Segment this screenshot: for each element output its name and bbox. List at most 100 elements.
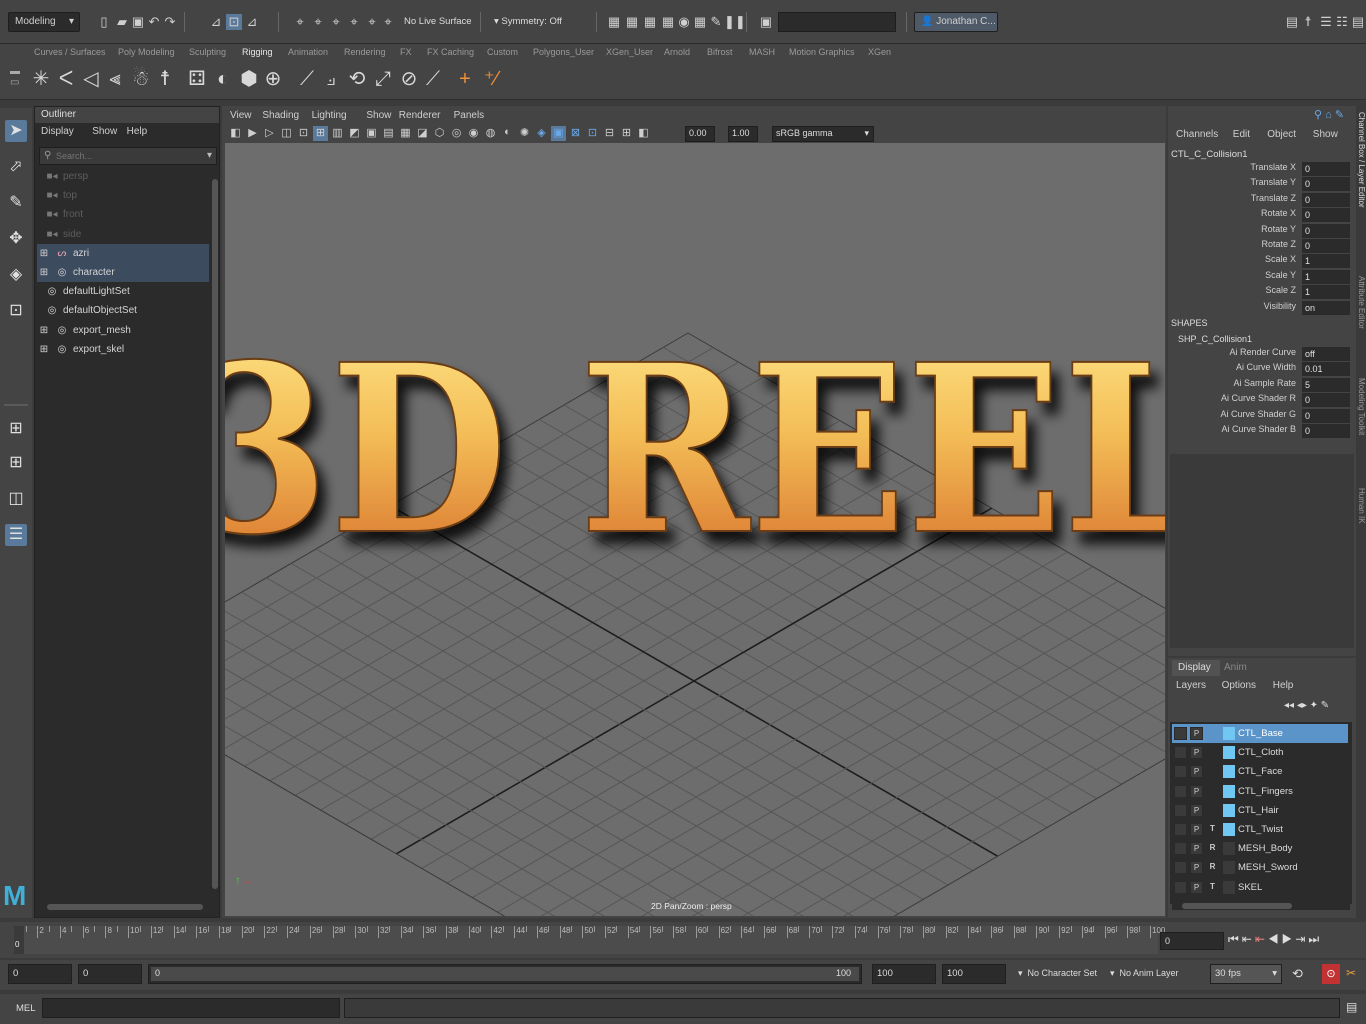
menu-item[interactable]: Channels: [1176, 129, 1218, 140]
menu-item[interactable]: View: [230, 110, 252, 121]
user-dropdown[interactable]: 👤 Jonathan C...: [914, 12, 998, 32]
ipr-render-icon[interactable]: ▦: [642, 14, 658, 30]
channel-value[interactable]: off: [1302, 347, 1350, 361]
channel-value[interactable]: 1: [1302, 285, 1350, 300]
playback-toggle[interactable]: P: [1190, 765, 1203, 779]
channel-value[interactable]: 1: [1302, 269, 1350, 284]
visibility-toggle[interactable]: [1174, 842, 1187, 856]
snap-view-icon[interactable]: ⌖: [346, 14, 362, 30]
channel-value[interactable]: 0: [1302, 408, 1350, 423]
menu-item[interactable]: Object: [1267, 129, 1296, 140]
modeling-toolkit-icon[interactable]: ▤: [1284, 14, 1300, 30]
arnold-render-icon[interactable]: ✎: [708, 14, 724, 30]
playback-controls[interactable]: ⏮⇤⇤◀▶⇥⏭: [1228, 932, 1322, 947]
layer-hscrollbar[interactable]: [1172, 902, 1350, 910]
default-material-icon[interactable]: ◍: [483, 126, 498, 141]
layer-row[interactable]: P CTL_Face: [1172, 762, 1348, 781]
tab-anim[interactable]: Anim: [1224, 660, 1247, 676]
visibility-toggle[interactable]: [1174, 727, 1187, 740]
textured-icon[interactable]: ◐: [500, 126, 515, 141]
channel-value[interactable]: 5: [1302, 377, 1350, 392]
outliner-layout-icon[interactable]: ☰: [5, 524, 27, 546]
gate-mask-icon[interactable]: ▤: [381, 126, 396, 141]
new-scene-icon[interactable]: ▯: [96, 14, 112, 30]
script-language-label[interactable]: MEL: [16, 1003, 36, 1014]
channel-value[interactable]: 0.01: [1302, 362, 1350, 377]
shelf-tab[interactable]: Poly Modeling: [118, 44, 175, 60]
range-slider-handle[interactable]: 0 100: [151, 967, 859, 981]
start-field[interactable]: 0: [8, 964, 72, 984]
visibility-toggle[interactable]: [1174, 784, 1187, 798]
anim-layer-dropdown[interactable]: ▾ No Anim Layer: [1110, 968, 1179, 979]
channel-row[interactable]: Translate X 0: [1168, 162, 1356, 177]
side-tab[interactable]: Human IK: [1357, 488, 1366, 524]
cluster-icon[interactable]: ⁺⁄: [480, 64, 502, 94]
rotate-tool-icon[interactable]: ◈: [5, 264, 27, 286]
3d-viewport[interactable]: 3D REEL ↑→ 2D Pan/Zoom : persp: [225, 143, 1165, 916]
channel-value[interactable]: 0: [1302, 208, 1350, 223]
symmetry-dropdown[interactable]: ▾ Symmetry: Off: [494, 16, 562, 27]
move-tool-icon[interactable]: ✥: [5, 228, 27, 250]
channel-row[interactable]: Ai Curve Width 0.01: [1168, 362, 1356, 377]
outliner-item[interactable]: ◎ defaultObjectSet: [45, 301, 209, 320]
fps-dropdown[interactable]: 30 fps ▾: [1210, 964, 1282, 984]
quick-rig-icon[interactable]: ☨: [154, 64, 176, 94]
safe-title-icon[interactable]: ⬡: [432, 126, 447, 141]
input-line-icon[interactable]: ▣: [758, 14, 774, 30]
shelf-tab[interactable]: Polygons_User: [533, 44, 594, 60]
current-frame-marker[interactable]: 0: [14, 926, 24, 954]
single-view-icon[interactable]: ⊞: [5, 418, 27, 440]
layer-row[interactable]: P T CTL_Twist: [1172, 820, 1348, 839]
pause-icon[interactable]: ❚❚: [724, 14, 746, 30]
channel-value[interactable]: 0: [1302, 424, 1350, 438]
smooth-bind-icon[interactable]: ⊕: [262, 64, 284, 94]
shelf-tab[interactable]: FX: [400, 44, 412, 60]
layer-row[interactable]: P CTL_Base: [1172, 724, 1348, 743]
range-slider[interactable]: 0 100: [148, 964, 862, 984]
playback-toggle[interactable]: P: [1190, 803, 1203, 817]
film-gate-icon[interactable]: ◩: [347, 126, 362, 141]
layer-color-swatch[interactable]: [1223, 842, 1235, 856]
snap-vertex-icon[interactable]: ⌖: [380, 14, 396, 30]
layer-row[interactable]: P CTL_Cloth: [1172, 743, 1348, 762]
channel-row[interactable]: Ai Curve Shader B 0: [1168, 424, 1356, 439]
layer-color-swatch[interactable]: [1223, 746, 1235, 760]
bind-skin-icon[interactable]: ⚃: [186, 64, 208, 94]
script-editor-icon[interactable]: ▤: [1346, 1000, 1357, 1014]
chevron-down-icon[interactable]: ▾: [207, 150, 212, 161]
field-chart-icon[interactable]: ▦: [398, 126, 413, 141]
visibility-toggle[interactable]: [1174, 880, 1187, 894]
camera-attr-icon[interactable]: ▶: [245, 126, 260, 141]
playback-toggle[interactable]: P: [1190, 880, 1203, 894]
end-field[interactable]: 100: [942, 964, 1006, 984]
render-settings-icon[interactable]: ▦: [660, 14, 676, 30]
display-type-toggle[interactable]: [1206, 746, 1219, 759]
paint-select-icon[interactable]: ✎: [5, 192, 27, 214]
depth-of-field-icon[interactable]: ⊟: [602, 126, 617, 141]
command-input[interactable]: [42, 998, 340, 1018]
channel-row[interactable]: Scale X 1: [1168, 254, 1356, 269]
expand-icon[interactable]: ⊞: [37, 340, 51, 359]
outliner-item[interactable]: ■◂ persp: [45, 167, 209, 186]
shelf-tab[interactable]: Arnold: [664, 44, 690, 60]
attribute-editor-icon[interactable]: ☰: [1318, 14, 1334, 30]
side-tab[interactable]: Channel Box / Layer Editor: [1357, 112, 1366, 208]
pole-vector-icon[interactable]: ⟋: [422, 64, 444, 94]
channel-row[interactable]: Scale Y 1: [1168, 269, 1356, 285]
object-name[interactable]: CTL_C_Collision1: [1171, 149, 1248, 160]
scale-constraint-icon[interactable]: ⤢: [372, 64, 394, 94]
current-frame-field[interactable]: 0: [1160, 932, 1224, 950]
insert-joint-icon[interactable]: ⫷: [104, 64, 126, 94]
display-type-toggle[interactable]: [1206, 785, 1219, 798]
menu-item[interactable]: Shading: [262, 110, 299, 121]
shelf-tab[interactable]: Rigging: [242, 44, 273, 60]
snap-curve-icon[interactable]: ⌖: [310, 14, 326, 30]
channel-row[interactable]: Rotate Y 0: [1168, 223, 1356, 239]
shelf-tab[interactable]: Curves / Surfaces: [34, 44, 106, 60]
channel-row[interactable]: Scale Z 1: [1168, 285, 1356, 300]
scrollbar-thumb[interactable]: [47, 904, 203, 910]
shelf-tab[interactable]: Motion Graphics: [789, 44, 855, 60]
visibility-toggle[interactable]: [1174, 861, 1187, 875]
menu-item[interactable]: Show: [92, 126, 117, 137]
channel-row[interactable]: Visibility on: [1168, 300, 1356, 316]
